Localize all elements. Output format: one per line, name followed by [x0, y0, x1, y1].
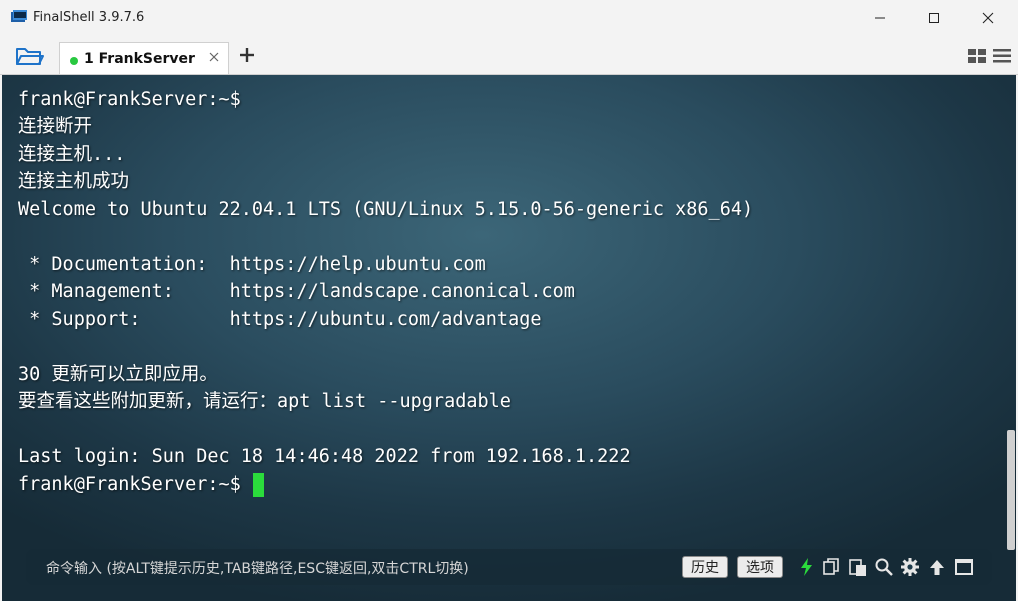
tab-bar: 1 FrankServer	[0, 38, 1018, 75]
minimize-button[interactable]	[857, 0, 903, 36]
terminal-line: 连接主机成功	[18, 171, 130, 192]
folder-icon[interactable]	[14, 44, 44, 68]
terminal-line: Last login: Sun Dec 18 14:46:48 2022 fro…	[18, 446, 631, 467]
minimize-icon	[875, 17, 885, 19]
terminal-line: 要查看这些附加更新，请运行：apt list --upgradable	[18, 391, 511, 412]
terminal-prompt-line: frank@FrankServer:~$	[18, 472, 264, 498]
window-icon[interactable]	[954, 557, 974, 577]
terminal-line: * Management: https://landscape.canonica…	[18, 281, 575, 302]
arrow-up-icon[interactable]	[927, 557, 947, 577]
title-bar: FinalShell 3.9.7.6	[0, 0, 1018, 36]
terminal-line: Welcome to Ubuntu 22.04.1 LTS (GNU/Linux…	[18, 199, 754, 220]
window-title: FinalShell 3.9.7.6	[33, 10, 145, 25]
terminal-line: frank@FrankServer:~$	[18, 89, 241, 110]
maximize-icon	[929, 13, 939, 23]
tab-close-icon[interactable]	[206, 49, 222, 65]
options-button[interactable]: 选项	[737, 556, 783, 578]
terminal-line: 30 更新可以立即应用。	[18, 364, 218, 385]
tab-label: 1 FrankServer	[84, 51, 195, 67]
tab-frankserver[interactable]: 1 FrankServer	[59, 42, 229, 74]
terminal-line: 连接断开	[18, 116, 93, 137]
command-input[interactable]: 命令输入 (按ALT键提示历史,TAB键路径,ESC键返回,双击CTRL切换)	[46, 558, 469, 578]
terminal-line: * Support: https://ubuntu.com/advantage	[18, 309, 542, 330]
connection-status-icon	[70, 57, 78, 65]
paste-icon[interactable]	[848, 557, 868, 577]
scrollbar[interactable]	[1007, 75, 1016, 601]
app-icon	[11, 10, 27, 22]
maximize-button[interactable]	[911, 0, 957, 36]
close-button[interactable]	[965, 0, 1011, 36]
terminal-prompt: frank@FrankServer:~$	[18, 474, 252, 495]
gear-icon[interactable]	[900, 557, 920, 577]
terminal-output[interactable]: frank@FrankServer:~$ 连接断开 连接主机... 连接主机成功…	[2, 75, 1016, 601]
history-button[interactable]: 历史	[682, 556, 728, 578]
grid-view-icon[interactable]	[967, 47, 987, 65]
copy-icon[interactable]	[822, 557, 842, 577]
list-view-icon[interactable]	[992, 47, 1012, 65]
terminal-line: * Documentation: https://help.ubuntu.com	[18, 254, 486, 275]
terminal-cursor	[252, 473, 264, 497]
terminal-line: 连接主机...	[18, 144, 126, 165]
search-icon[interactable]	[874, 557, 894, 577]
add-tab-icon[interactable]	[237, 45, 257, 65]
command-bar: 命令输入 (按ALT键提示历史,TAB键路径,ESC键返回,双击CTRL切换) …	[26, 549, 992, 585]
scrollbar-thumb[interactable]	[1007, 430, 1015, 550]
close-icon	[982, 12, 994, 24]
lightning-icon[interactable]	[797, 557, 817, 577]
